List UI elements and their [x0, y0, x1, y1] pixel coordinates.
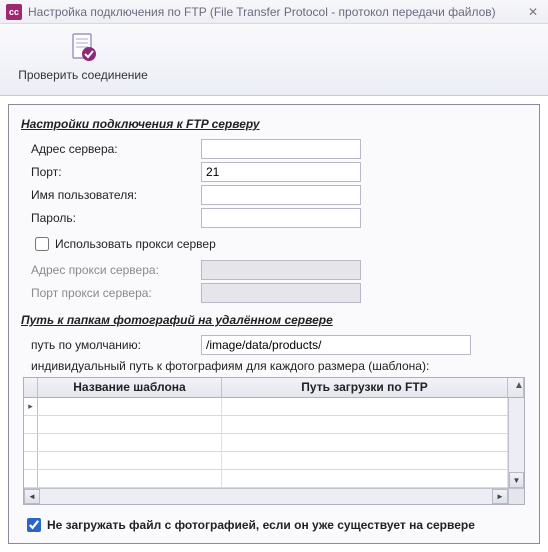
path-section-title: Путь к папкам фотографий на удалённом се…: [21, 313, 531, 327]
table-row[interactable]: [24, 416, 508, 434]
col-ftp-path[interactable]: Путь загрузки по FTP: [222, 378, 508, 397]
cell-ftp-path[interactable]: [222, 452, 508, 469]
scroll-corner: [508, 489, 524, 504]
use-proxy-row: Использовать прокси сервер: [31, 234, 531, 254]
skip-existing-label: Не загружать файл с фотографией, если он…: [47, 518, 475, 532]
horizontal-scrollbar[interactable]: ◄ ►: [24, 488, 524, 504]
check-connection-button[interactable]: Проверить соединение: [8, 30, 158, 84]
default-path-row: путь по умолчанию:: [31, 335, 531, 355]
cell-template-name[interactable]: [38, 434, 222, 451]
cell-ftp-path[interactable]: [222, 434, 508, 451]
server-input[interactable]: [201, 139, 361, 159]
col-template-name[interactable]: Название шаблона: [38, 378, 222, 397]
table-row[interactable]: [24, 470, 508, 488]
skip-existing-row: Не загружать файл с фотографией, если он…: [23, 515, 531, 535]
vertical-scrollbar[interactable]: ▼: [508, 398, 524, 488]
port-input[interactable]: [201, 162, 361, 182]
document-check-icon: [67, 32, 99, 64]
scroll-left-icon[interactable]: ◄: [24, 489, 40, 504]
user-input[interactable]: [201, 185, 361, 205]
ftp-section-title: Настройки подключения к FTP серверу: [21, 117, 531, 131]
cell-ftp-path[interactable]: [222, 470, 508, 487]
cell-template-name[interactable]: [38, 452, 222, 469]
server-label: Адрес сервера:: [31, 142, 201, 156]
record-selector[interactable]: [24, 434, 38, 451]
individual-path-caption: индивидуальный путь к фотографиям для ка…: [31, 359, 531, 373]
scroll-up-icon[interactable]: ▲: [508, 378, 524, 397]
table-row[interactable]: [24, 452, 508, 470]
port-row: Порт:: [31, 162, 531, 182]
proxy-port-input: [201, 283, 361, 303]
titlebar: cc Настройка подключения по FTP (File Tr…: [0, 0, 548, 24]
close-icon[interactable]: ✕: [524, 5, 542, 19]
user-row: Имя пользователя:: [31, 185, 531, 205]
cell-template-name[interactable]: [38, 470, 222, 487]
port-label: Порт:: [31, 165, 201, 179]
record-selector-header: [24, 378, 38, 397]
settings-panel: Настройки подключения к FTP серверу Адре…: [8, 104, 540, 544]
server-row: Адрес сервера:: [31, 139, 531, 159]
table-header: Название шаблона Путь загрузки по FTP ▲: [24, 378, 524, 398]
record-selector[interactable]: [24, 470, 38, 487]
template-table: Название шаблона Путь загрузки по FTP ▲ …: [23, 377, 525, 505]
scroll-right-icon[interactable]: ►: [492, 489, 508, 504]
proxy-port-row: Порт прокси сервера:: [31, 283, 531, 303]
use-proxy-label: Использовать прокси сервер: [55, 237, 216, 251]
record-selector[interactable]: ▸: [24, 398, 38, 415]
window-title: Настройка подключения по FTP (File Trans…: [28, 5, 524, 19]
proxy-port-label: Порт прокси сервера:: [31, 286, 201, 300]
default-path-input[interactable]: [201, 335, 471, 355]
record-selector[interactable]: [24, 452, 38, 469]
record-selector[interactable]: [24, 416, 38, 433]
cell-ftp-path[interactable]: [222, 416, 508, 433]
user-label: Имя пользователя:: [31, 188, 201, 202]
check-connection-label: Проверить соединение: [18, 68, 148, 82]
skip-existing-checkbox[interactable]: [27, 518, 41, 532]
cell-template-name[interactable]: [38, 398, 222, 415]
password-label: Пароль:: [31, 211, 201, 225]
proxy-addr-input: [201, 260, 361, 280]
table-row[interactable]: [24, 434, 508, 452]
default-path-label: путь по умолчанию:: [31, 338, 201, 352]
proxy-addr-label: Адрес прокси сервера:: [31, 263, 201, 277]
use-proxy-checkbox[interactable]: [35, 237, 49, 251]
proxy-addr-row: Адрес прокси сервера:: [31, 260, 531, 280]
cell-ftp-path[interactable]: [222, 398, 508, 415]
app-icon: cc: [6, 4, 22, 20]
scroll-down-icon[interactable]: ▼: [509, 472, 524, 488]
ribbon: Проверить соединение: [0, 24, 548, 96]
password-row: Пароль:: [31, 208, 531, 228]
table-row[interactable]: ▸: [24, 398, 508, 416]
cell-template-name[interactable]: [38, 416, 222, 433]
password-input[interactable]: [201, 208, 361, 228]
